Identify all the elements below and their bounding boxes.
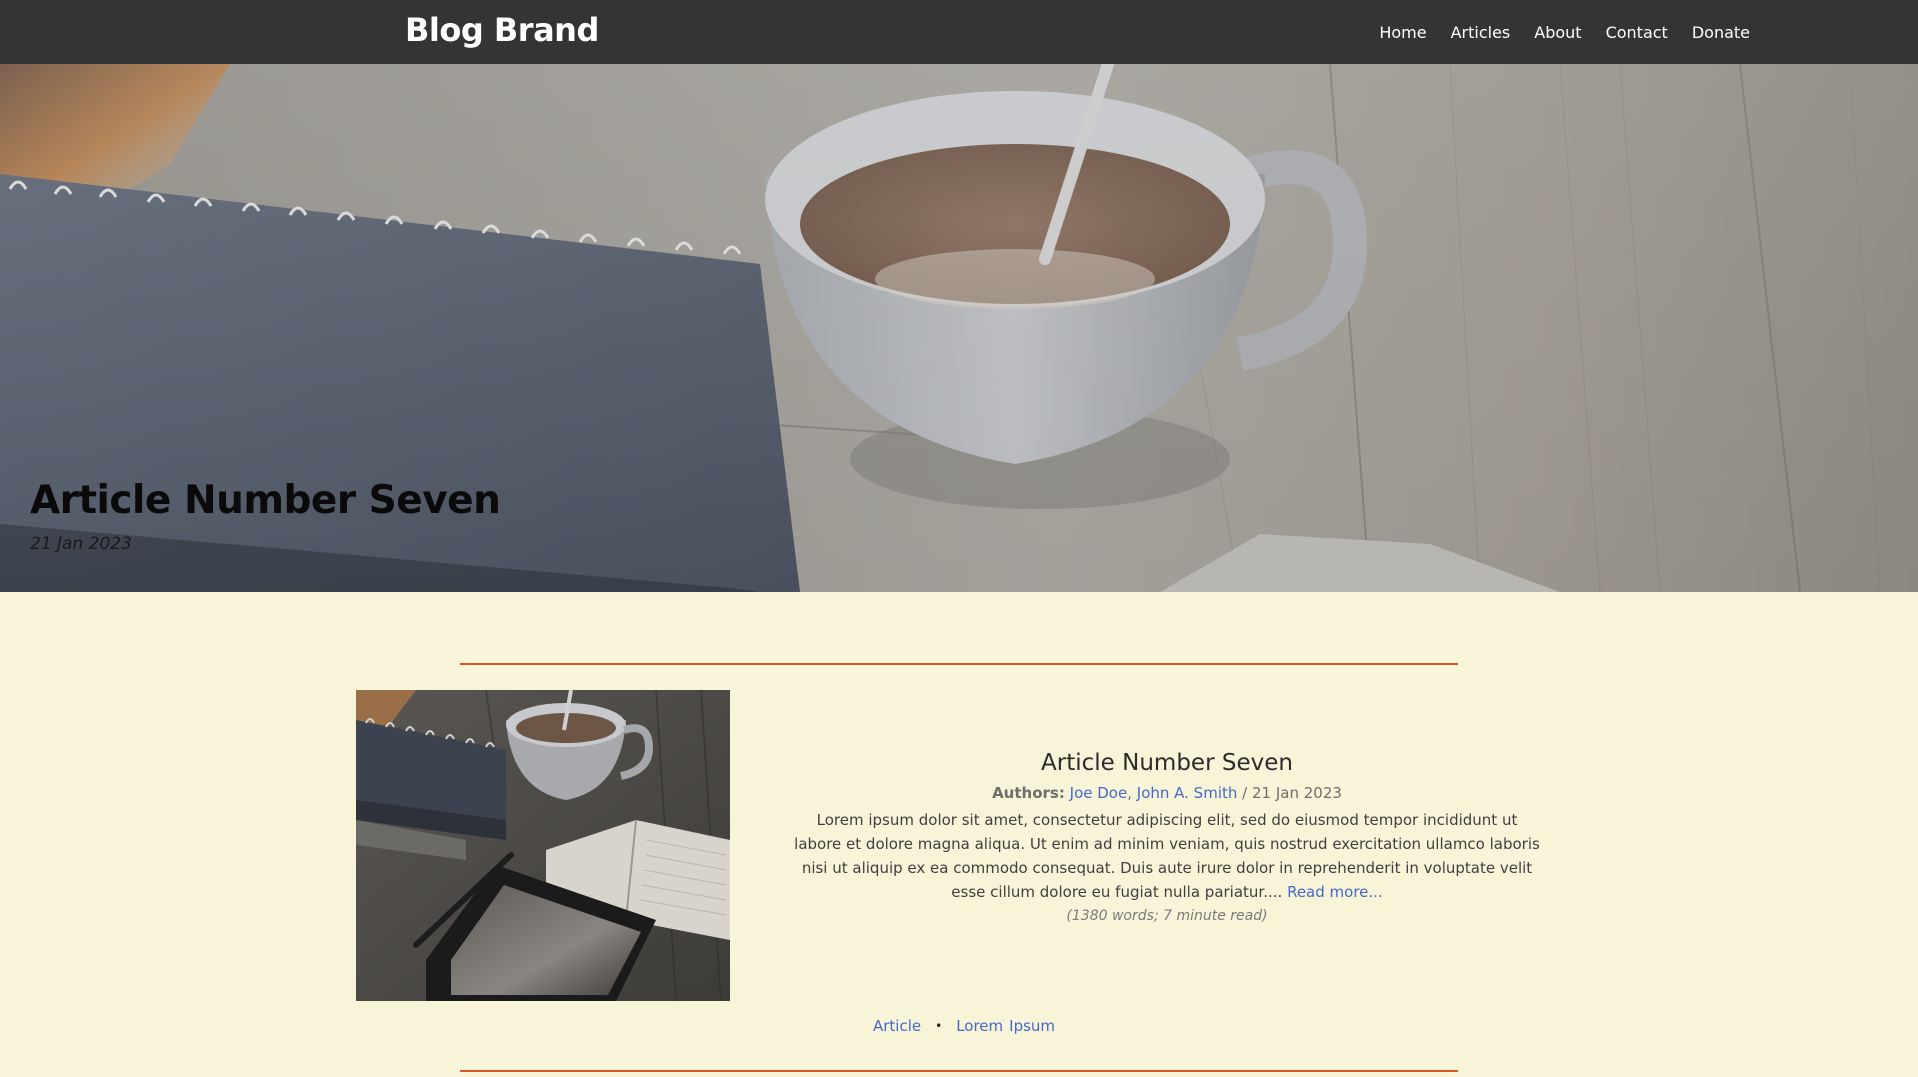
hero-title: Article Number Seven [30,478,501,523]
excerpt-text: Lorem ipsum dolor sit amet, consectetur … [794,811,1540,901]
nav-link-home[interactable]: Home [1379,23,1426,42]
hero-date: 21 Jan 2023 [30,534,132,554]
brand-logo[interactable]: Blog Brand [405,11,599,49]
article-date: 21 Jan 2023 [1252,784,1342,802]
read-more-link[interactable]: Read more... [1287,883,1383,901]
thumbnail-image [356,690,730,1001]
nav-link-contact[interactable]: Contact [1606,23,1668,42]
top-navbar: Blog Brand Home Articles About Contact D… [0,0,1918,64]
authors-label: Authors: [992,784,1065,802]
date-separator: / [1242,784,1248,802]
tag-link-ipsum[interactable]: Ipsum [1009,1017,1055,1035]
article-excerpt: Lorem ipsum dolor sit amet, consectetur … [784,808,1550,904]
bullet-separator-icon: • [935,1019,943,1033]
section-divider-top [460,663,1458,665]
author-link-john-a-smith[interactable]: John A. Smith [1137,784,1238,802]
category-link-article[interactable]: Article [873,1017,921,1035]
article-summary: Article Number Seven Authors: Joe Doe, J… [784,750,1550,924]
tag-list: Article • Lorem Ipsum [873,1017,1055,1035]
nav-link-donate[interactable]: Donate [1692,23,1750,42]
reading-stats: (1380 words; 7 minute read) [1066,908,1268,924]
nav-link-articles[interactable]: Articles [1451,23,1511,42]
main-nav: Home Articles About Contact Donate [1379,0,1750,64]
article-title[interactable]: Article Number Seven [784,750,1550,776]
article-thumbnail[interactable] [356,690,730,1001]
section-divider-bottom [460,1070,1458,1072]
author-link-joe-doe[interactable]: Joe Doe [1070,784,1128,802]
tag-link-lorem[interactable]: Lorem [956,1017,1003,1035]
nav-link-about[interactable]: About [1534,23,1581,42]
hero-banner: Article Number Seven 21 Jan 2023 [0,64,1918,592]
author-separator: , [1127,784,1132,802]
article-meta: Authors: Joe Doe, John A. Smith / 21 Jan… [784,784,1550,802]
